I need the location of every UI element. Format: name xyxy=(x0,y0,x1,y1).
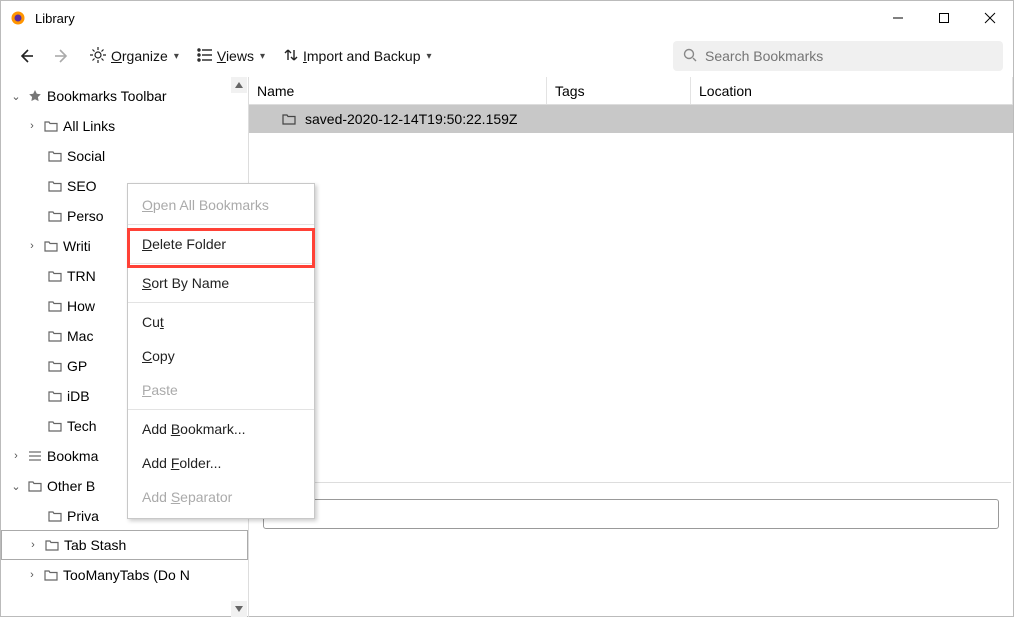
import-backup-menu[interactable]: Import and Backup ▾ xyxy=(277,43,438,70)
menu-separator xyxy=(128,263,314,264)
folder-icon xyxy=(47,418,63,434)
folder-icon xyxy=(281,111,297,127)
folder-icon xyxy=(47,328,63,344)
sidebar-item-label: Tab Stash xyxy=(64,537,126,553)
folder-icon xyxy=(47,298,63,314)
sidebar-item-all-links[interactable]: › All Links xyxy=(1,111,248,141)
sidebar-item-toomanytabs[interactable]: › TooManyTabs (Do N xyxy=(1,560,248,590)
sidebar-item-label: Writi xyxy=(63,238,91,254)
forward-button[interactable] xyxy=(47,43,77,69)
menu-item-paste[interactable]: Paste xyxy=(128,373,314,407)
sidebar-item-label: iDB xyxy=(67,388,90,404)
column-header-tags[interactable]: Tags xyxy=(547,77,691,104)
menu-separator xyxy=(128,409,314,410)
sidebar-item-label: GP xyxy=(67,358,87,374)
menu-item-open-all[interactable]: Open All Bookmarks xyxy=(128,188,314,222)
sidebar-item-label: Other B xyxy=(47,478,95,494)
folder-icon xyxy=(47,178,63,194)
sidebar-item-label: Tech xyxy=(67,418,97,434)
details-pane xyxy=(251,482,1011,614)
folder-icon xyxy=(43,567,59,583)
folder-icon xyxy=(47,208,63,224)
folder-icon xyxy=(47,508,63,524)
sidebar-item-label: Bookmarks Toolbar xyxy=(47,88,167,104)
sidebar-item-tab-stash[interactable]: › Tab Stash xyxy=(1,530,248,560)
title-bar: Library xyxy=(1,1,1013,35)
chevron-right-icon: › xyxy=(26,539,40,551)
organize-label-rest: rganize xyxy=(122,48,168,64)
menu-item-add-folder[interactable]: Add Folder... xyxy=(128,446,314,480)
chevron-down-icon: ▾ xyxy=(258,51,265,62)
folder-icon xyxy=(47,358,63,374)
chevron-right-icon: › xyxy=(9,450,23,462)
chevron-down-icon: ⌄ xyxy=(9,480,23,493)
folder-icon xyxy=(27,478,43,494)
sidebar-item-label: Perso xyxy=(67,208,104,224)
menu-item-delete-folder[interactable]: Delete Folder xyxy=(128,227,314,261)
column-header-location[interactable]: Location xyxy=(691,77,1013,104)
folder-icon xyxy=(43,118,59,134)
sidebar-item-label: How xyxy=(67,298,95,314)
sidebar-item-bookmarks-toolbar[interactable]: ⌄ Bookmarks Toolbar xyxy=(1,81,248,111)
views-menu[interactable]: Views ▾ xyxy=(191,44,271,69)
menu-separator xyxy=(128,302,314,303)
organize-menu[interactable]: Organize ▾ xyxy=(83,42,185,71)
sidebar-item-label: TRN xyxy=(67,268,96,284)
folder-icon xyxy=(47,388,63,404)
sort-arrows-icon xyxy=(283,47,299,66)
sidebar-item-label: Social xyxy=(67,148,105,164)
toolbar: Organize ▾ Views ▾ Import and Backup ▾ xyxy=(1,35,1013,77)
search-input[interactable] xyxy=(705,48,993,64)
folder-icon xyxy=(43,238,59,254)
bookmarks-toolbar-icon xyxy=(27,88,43,104)
menu-item-sort-by-name[interactable]: Sort By Name xyxy=(128,266,314,300)
sidebar-item-label: Priva xyxy=(67,508,99,524)
gear-icon xyxy=(89,46,107,67)
list-icon xyxy=(197,48,213,65)
sidebar-item-label: SEO xyxy=(67,178,97,194)
sidebar-item-label: TooManyTabs (Do N xyxy=(63,567,190,583)
menu-item-cut[interactable]: Cut xyxy=(128,305,314,339)
folder-icon xyxy=(47,148,63,164)
scroll-down-button[interactable] xyxy=(231,601,247,617)
firefox-icon xyxy=(9,9,27,27)
menu-item-add-separator[interactable]: Add Separator xyxy=(128,480,314,514)
chevron-right-icon: › xyxy=(25,120,39,132)
context-menu: Open All Bookmarks Delete Folder Sort By… xyxy=(127,183,315,519)
list-row-name: saved-2020-12-14T19:50:22.159Z xyxy=(305,111,517,127)
back-button[interactable] xyxy=(11,43,41,69)
folder-icon xyxy=(44,537,60,553)
bookmarks-menu-icon xyxy=(27,448,43,464)
window-title: Library xyxy=(35,11,75,26)
sidebar-item-social[interactable]: Social xyxy=(1,141,248,171)
column-header-name[interactable]: Name xyxy=(249,77,547,104)
minimize-button[interactable] xyxy=(875,1,921,35)
close-button[interactable] xyxy=(967,1,1013,35)
folder-icon xyxy=(47,268,63,284)
sidebar-item-label: Bookma xyxy=(47,448,98,464)
column-headers: Name Tags Location xyxy=(249,77,1013,105)
chevron-right-icon: › xyxy=(25,569,39,581)
search-icon xyxy=(683,48,697,65)
search-box[interactable] xyxy=(673,41,1003,71)
chevron-down-icon: ▾ xyxy=(425,51,432,62)
sidebar-item-label: All Links xyxy=(63,118,115,134)
maximize-button[interactable] xyxy=(921,1,967,35)
list-row[interactable]: saved-2020-12-14T19:50:22.159Z xyxy=(249,105,1013,133)
menu-item-add-bookmark[interactable]: Add Bookmark... xyxy=(128,412,314,446)
sidebar-item-label: Mac xyxy=(67,328,93,344)
name-field[interactable] xyxy=(263,499,999,529)
chevron-down-icon: ⌄ xyxy=(9,90,23,103)
menu-separator xyxy=(128,224,314,225)
chevron-right-icon: › xyxy=(25,240,39,252)
scroll-up-button[interactable] xyxy=(231,77,247,93)
menu-item-copy[interactable]: Copy xyxy=(128,339,314,373)
chevron-down-icon: ▾ xyxy=(172,51,179,62)
